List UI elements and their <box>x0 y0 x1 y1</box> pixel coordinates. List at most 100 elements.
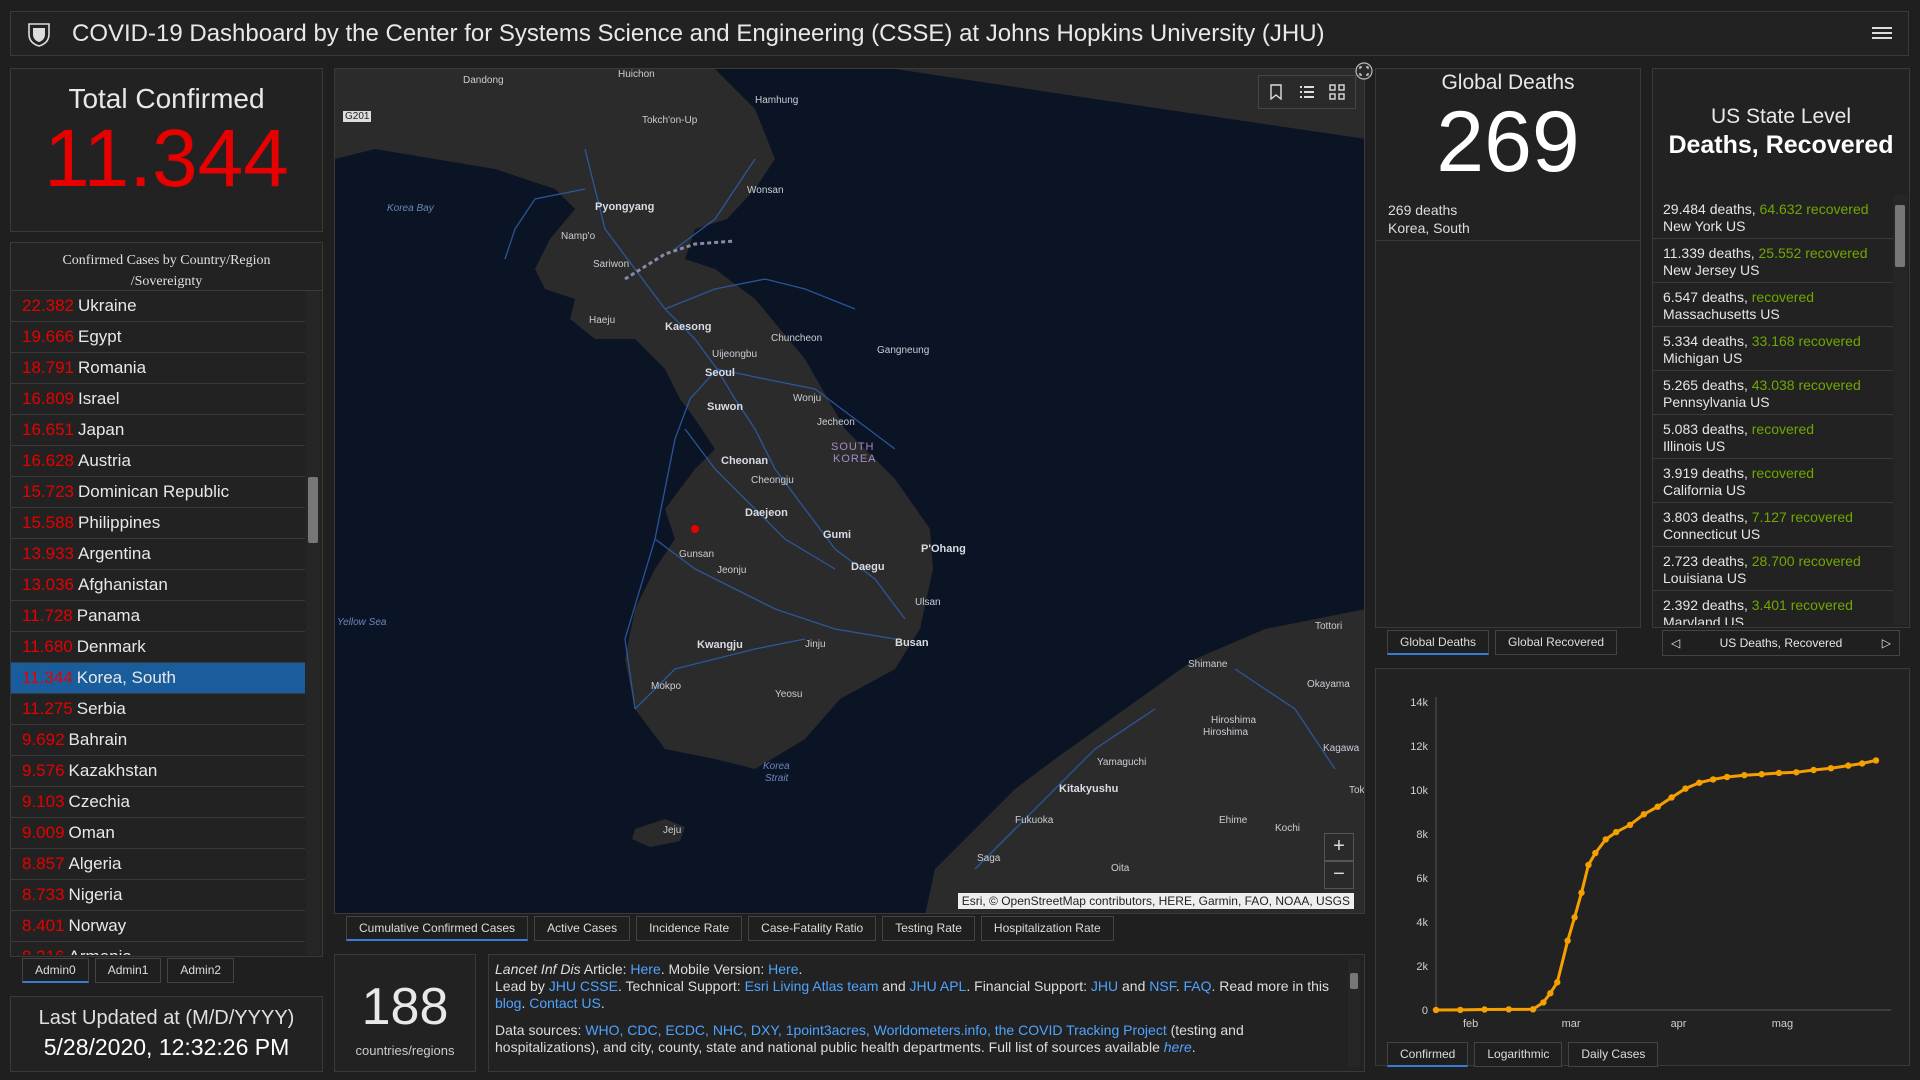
tab-logarithmic[interactable]: Logarithmic <box>1474 1042 1563 1067</box>
tab-global-deaths[interactable]: Global Deaths <box>1387 630 1490 655</box>
confirmed-data-point[interactable] <box>1578 889 1585 896</box>
confirmed-data-point[interactable] <box>1858 760 1866 767</box>
us-state-item[interactable]: 5.265 deaths, 43.038 recovered Pennsylvan… <box>1653 371 1893 415</box>
confirmed-data-point[interactable] <box>1668 794 1675 801</box>
country-list-item[interactable]: 15.588 Philippines <box>11 508 305 539</box>
menu-icon[interactable] <box>1872 24 1892 42</box>
confirmed-data-point[interactable] <box>1709 776 1717 783</box>
article-link[interactable]: Here <box>630 961 660 977</box>
tab-incidence-rate[interactable]: Incidence Rate <box>636 916 743 941</box>
confirmed-data-point[interactable] <box>1758 771 1765 778</box>
confirmed-data-point[interactable] <box>1810 766 1817 774</box>
confirmed-data-point[interactable] <box>1592 849 1599 857</box>
tab-admin1[interactable]: Admin1 <box>94 958 162 983</box>
country-list-item[interactable]: 22.382 Ukraine <box>11 291 305 322</box>
tab-daily-cases[interactable]: Daily Cases <box>1568 1042 1659 1067</box>
confirmed-data-point[interactable] <box>1602 836 1609 843</box>
us-state-item[interactable]: 5.334 deaths, 33.168 recovered Michigan U… <box>1653 327 1893 371</box>
confirmed-data-point[interactable] <box>1626 821 1634 829</box>
blog-link[interactable]: blog <box>495 995 521 1011</box>
jhu-apl-link[interactable]: JHU APL <box>910 978 967 994</box>
chevron-right-icon[interactable]: ▷ <box>1882 631 1891 655</box>
confirmed-data-point[interactable] <box>1432 1006 1440 1014</box>
confirmed-data-point[interactable] <box>1540 999 1547 1006</box>
confirmed-data-point[interactable] <box>1640 811 1648 818</box>
country-list-item[interactable]: 13.933 Argentina <box>11 539 305 570</box>
us-state-item[interactable]: 5.083 deaths, recovered Illinois US <box>1653 415 1893 459</box>
confirmed-data-point[interactable] <box>1564 937 1571 944</box>
nsf-link[interactable]: NSF <box>1149 978 1175 994</box>
country-list-item[interactable]: 9.009 Oman <box>11 818 305 849</box>
country-list-item[interactable]: 13.036 Afghanistan <box>11 570 305 601</box>
country-list-item[interactable]: 9.103 Czechia <box>11 787 305 818</box>
us-state-scrollbar[interactable] <box>1893 195 1907 625</box>
zoom-out-button[interactable]: − <box>1324 861 1354 889</box>
confirmed-data-point[interactable] <box>1585 861 1592 869</box>
country-list-item[interactable]: 16.809 Israel <box>11 384 305 415</box>
confirmed-data-point[interactable] <box>1696 779 1703 786</box>
zoom-in-button[interactable]: + <box>1324 833 1354 861</box>
country-list-item[interactable]: 19.666 Egypt <box>11 322 305 353</box>
us-state-scroll-thumb[interactable] <box>1895 205 1905 267</box>
chevron-left-icon[interactable]: ◁ <box>1671 631 1680 655</box>
expand-icon[interactable] <box>1355 62 1373 80</box>
country-list-item[interactable]: 8.857 Algeria <box>11 849 305 880</box>
confirmed-data-point[interactable] <box>1682 785 1689 792</box>
confirmed-data-point[interactable] <box>1741 771 1748 779</box>
jhu-link[interactable]: JHU <box>1091 978 1118 994</box>
us-state-item[interactable]: 3.919 deaths, recovered California US <box>1653 459 1893 503</box>
jhu-csse-link[interactable]: JHU CSSE <box>549 978 618 994</box>
country-list-scroll-thumb[interactable] <box>308 477 318 543</box>
data-sources-link[interactable]: WHO, CDC, ECDC, NHC, DXY, 1point3acres, … <box>585 1022 1166 1038</box>
us-state-item[interactable]: 2.392 deaths, 3.401 recovered Maryland US <box>1653 591 1893 625</box>
confirmed-data-point[interactable] <box>1612 828 1620 836</box>
confirmed-data-point[interactable] <box>1845 762 1852 769</box>
country-list-item[interactable]: 9.576 Kazakhstan <box>11 756 305 787</box>
country-list-item[interactable]: 16.628 Austria <box>11 446 305 477</box>
us-state-item[interactable]: 3.803 deaths, 7.127 recovered Connecticut… <box>1653 503 1893 547</box>
tab-confirmed[interactable]: Confirmed <box>1387 1042 1469 1067</box>
confirmed-data-point[interactable] <box>1481 1006 1488 1013</box>
country-list-item[interactable]: 11.680 Denmark <box>11 632 305 663</box>
contact-link[interactable]: Contact US <box>529 995 601 1011</box>
map-panel[interactable]: Dandong G201 Huichon Hamhung Tokch'on-Up… <box>334 68 1365 914</box>
tab-admin0[interactable]: Admin0 <box>22 958 89 983</box>
country-list-item[interactable]: 11.728 Panama <box>11 601 305 632</box>
country-list-item[interactable]: 8.733 Nigeria <box>11 880 305 911</box>
confirmed-data-point[interactable] <box>1571 914 1578 921</box>
confirmed-data-point[interactable] <box>1827 764 1835 772</box>
confirmed-data-point[interactable] <box>1654 803 1661 810</box>
country-list-item[interactable]: 18.791 Romania <box>11 353 305 384</box>
sources-here-link[interactable]: here <box>1164 1039 1192 1055</box>
confirmed-data-point[interactable] <box>1554 979 1561 986</box>
tab-testing-rate[interactable]: Testing Rate <box>882 916 975 941</box>
country-list-scrollbar[interactable] <box>306 291 320 955</box>
confirmed-data-point[interactable] <box>1793 769 1800 776</box>
list-icon[interactable] <box>1299 84 1315 100</box>
country-list-item[interactable]: 8.216 Armenia <box>11 942 305 955</box>
tab-case-fatality-ratio[interactable]: Case-Fatality Ratio <box>748 916 877 941</box>
us-state-item[interactable]: 29.484 deaths, 64.632 recovered New York … <box>1653 195 1893 239</box>
esri-link[interactable]: Esri Living Atlas team <box>745 978 879 994</box>
country-list-item[interactable]: 8.401 Norway <box>11 911 305 942</box>
us-state-item[interactable]: 2.723 deaths, 28.700 recovered Louisiana … <box>1653 547 1893 591</box>
tab-active-cases[interactable]: Active Cases <box>534 916 631 941</box>
info-scrollbar[interactable] <box>1348 959 1360 1067</box>
faq-link[interactable]: FAQ <box>1183 978 1211 994</box>
country-list-item[interactable]: 16.651 Japan <box>11 415 305 446</box>
country-list-item[interactable]: 11.275 Serbia <box>11 694 305 725</box>
confirmed-data-point[interactable] <box>1457 1006 1464 1014</box>
country-list-item[interactable]: 15.723 Dominican Republic <box>11 477 305 508</box>
confirmed-data-point[interactable] <box>1723 773 1731 781</box>
us-state-item[interactable]: 6.547 deaths, recovered Massachusetts US <box>1653 283 1893 327</box>
confirmed-data-point[interactable] <box>1775 769 1783 777</box>
us-state-item[interactable]: 11.339 deaths, 25.552 recovered New Jerse… <box>1653 239 1893 283</box>
grid-icon[interactable] <box>1329 84 1345 100</box>
mobile-version-link[interactable]: Here <box>768 961 798 977</box>
confirmed-data-point[interactable] <box>1872 757 1880 764</box>
country-list-item[interactable]: 11.344 Korea, South <box>11 663 305 694</box>
info-scroll-thumb[interactable] <box>1350 973 1358 989</box>
confirmed-data-point[interactable] <box>1505 1006 1512 1013</box>
tab-admin2[interactable]: Admin2 <box>167 958 235 983</box>
confirmed-data-point[interactable] <box>1547 990 1554 997</box>
